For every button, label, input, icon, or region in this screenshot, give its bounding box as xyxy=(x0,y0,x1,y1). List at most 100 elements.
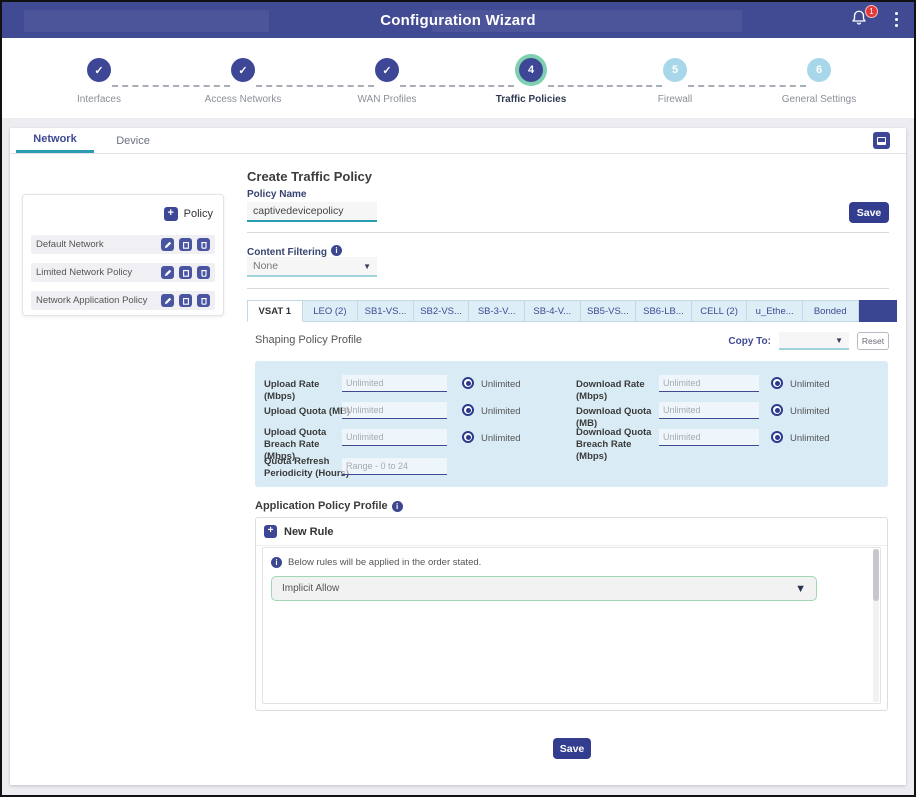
upload-quota-unlimited-radio[interactable] xyxy=(462,404,474,416)
save-traffic-policy-button[interactable]: Save xyxy=(553,738,591,759)
info-icon: i xyxy=(271,557,282,568)
section-heading: Create Traffic Policy xyxy=(247,169,372,184)
copy-to-select[interactable]: ▼ xyxy=(779,332,849,350)
edit-icon[interactable] xyxy=(161,294,174,307)
step-wan-profiles[interactable]: ✓ WAN Profiles xyxy=(327,58,447,105)
wan-tab-sb6[interactable]: SB6-LB... xyxy=(636,300,692,322)
wan-tab-bonded[interactable]: Bonded xyxy=(803,300,859,322)
edit-icon[interactable] xyxy=(161,266,174,279)
upload-rate-label: Upload Rate (Mbps) xyxy=(264,379,350,403)
unlimited-label: Unlimited xyxy=(790,406,830,417)
step-label: Interfaces xyxy=(39,94,159,105)
info-icon[interactable]: i xyxy=(392,501,403,512)
download-rate-unlimited-radio[interactable] xyxy=(771,377,783,389)
step-interfaces[interactable]: ✓ Interfaces xyxy=(39,58,159,105)
wan-tab-leo[interactable]: LEO (2) xyxy=(303,300,359,322)
step-access-networks[interactable]: ✓ Access Networks xyxy=(183,58,303,105)
policy-row-network-application-policy[interactable]: Network Application Policy xyxy=(31,291,215,310)
unlimited-label: Unlimited xyxy=(481,433,521,444)
copy-icon[interactable] xyxy=(179,294,192,307)
policy-name-label: Policy Name xyxy=(247,189,306,200)
upload-rate-unlimited-radio[interactable] xyxy=(462,377,474,389)
download-quota-breach-rate-input[interactable] xyxy=(659,429,759,446)
policy-row-limited-network-policy[interactable]: Limited Network Policy xyxy=(31,263,215,282)
wan-tab-cell[interactable]: CELL (2) xyxy=(692,300,748,322)
wan-tab-sb4[interactable]: SB-4-V... xyxy=(525,300,581,322)
tab-device[interactable]: Device xyxy=(94,128,172,153)
step-label: WAN Profiles xyxy=(327,94,447,105)
copy-icon[interactable] xyxy=(179,238,192,251)
step-number: 5 xyxy=(663,58,687,82)
divider xyxy=(247,288,889,289)
edit-icon[interactable] xyxy=(161,238,174,251)
application-policy-profile-title: Application Policy Profilei xyxy=(255,500,403,512)
step-number: 6 xyxy=(807,58,831,82)
copy-icon[interactable] xyxy=(179,266,192,279)
implicit-allow-select[interactable]: Implicit Allow ▼ xyxy=(271,576,817,601)
policy-name: Limited Network Policy xyxy=(36,267,161,278)
wan-tabs-overflow xyxy=(859,300,897,322)
upload-quota-breach-rate-input[interactable] xyxy=(342,429,447,446)
policy-name: Network Application Policy xyxy=(36,295,161,306)
reset-button[interactable]: Reset xyxy=(857,332,889,350)
configuration-wizard-window: Configuration Wizard 1 ✓ Interfaces ✓ Ac… xyxy=(0,0,916,797)
notification-badge: 1 xyxy=(865,5,878,18)
delete-icon[interactable] xyxy=(197,238,210,251)
wan-tab-sb1[interactable]: SB1-VS... xyxy=(358,300,414,322)
step-number: 4 xyxy=(519,58,543,82)
download-quota-breach-rate-label: Download Quota Breach Rate (Mbps) xyxy=(576,427,662,463)
copy-to-label: Copy To: xyxy=(728,336,771,347)
delete-icon[interactable] xyxy=(197,294,210,307)
new-rule-label: New Rule xyxy=(284,526,334,538)
scrollbar[interactable] xyxy=(873,549,879,702)
plus-icon: + xyxy=(264,525,277,538)
download-quota-breach-unlimited-radio[interactable] xyxy=(771,431,783,443)
wan-tab-vsat-1[interactable]: VSAT 1 xyxy=(247,300,303,322)
rule-value: Implicit Allow xyxy=(282,583,339,594)
step-general-settings[interactable]: 6 General Settings xyxy=(759,58,879,105)
upload-quota-input[interactable] xyxy=(342,402,447,419)
policy-name-input[interactable] xyxy=(247,202,377,222)
kebab-menu-icon[interactable] xyxy=(894,12,898,30)
step-check-icon: ✓ xyxy=(231,58,255,82)
unlimited-label: Unlimited xyxy=(481,379,521,390)
chevron-down-icon: ▼ xyxy=(795,583,806,595)
add-policy-button[interactable]: + Policy xyxy=(164,207,213,221)
plus-icon: + xyxy=(164,207,178,221)
notifications-button[interactable]: 1 xyxy=(850,9,872,31)
rules-list-area: i Below rules will be applied in the ord… xyxy=(262,547,881,704)
unlimited-label: Unlimited xyxy=(790,379,830,390)
upload-quota-label: Upload Quota (MB) xyxy=(264,406,350,418)
policy-row-default-network[interactable]: Default Network xyxy=(31,235,215,254)
content-filtering-select[interactable]: None ▼ xyxy=(247,257,377,277)
step-label: Firewall xyxy=(615,94,735,105)
upload-rate-input[interactable] xyxy=(342,375,447,392)
shaping-policy-profile-title: Shaping Policy Profile xyxy=(255,334,362,346)
create-traffic-policy-section: Create Traffic Policy Policy Name Save C… xyxy=(247,128,897,785)
tab-network[interactable]: Network xyxy=(16,128,94,153)
rules-info-text: Below rules will be applied in the order… xyxy=(288,557,481,568)
info-icon[interactable]: i xyxy=(331,245,342,256)
step-label: Traffic Policies xyxy=(471,94,591,105)
delete-icon[interactable] xyxy=(197,266,210,279)
wan-tab-sb3[interactable]: SB-3-V... xyxy=(469,300,525,322)
download-quota-unlimited-radio[interactable] xyxy=(771,404,783,416)
upload-quota-breach-unlimited-radio[interactable] xyxy=(462,431,474,443)
download-rate-input[interactable] xyxy=(659,375,759,392)
unlimited-label: Unlimited xyxy=(790,433,830,444)
quota-refresh-periodicity-input[interactable] xyxy=(342,458,447,475)
page-title: Configuration Wizard xyxy=(2,2,914,38)
wan-tab-sb5[interactable]: SB5-VS... xyxy=(581,300,637,322)
wan-tab-u-ethe[interactable]: u_Ethe... xyxy=(747,300,803,322)
chevron-down-icon: ▼ xyxy=(363,262,371,271)
step-firewall[interactable]: 5 Firewall xyxy=(615,58,735,105)
application-rules-box: + New Rule i Below rules will be applied… xyxy=(255,517,888,711)
download-quota-input[interactable] xyxy=(659,402,759,419)
step-label: Access Networks xyxy=(183,94,303,105)
shaping-policy-panel: Upload Rate (Mbps) Unlimited Download Ra… xyxy=(255,361,888,487)
wan-tab-sb2[interactable]: SB2-VS... xyxy=(414,300,470,322)
step-traffic-policies[interactable]: 4 Traffic Policies xyxy=(471,58,591,105)
app-header: Configuration Wizard 1 xyxy=(2,2,914,38)
save-policy-button[interactable]: Save xyxy=(849,202,889,223)
new-rule-button[interactable]: + New Rule xyxy=(256,518,887,546)
